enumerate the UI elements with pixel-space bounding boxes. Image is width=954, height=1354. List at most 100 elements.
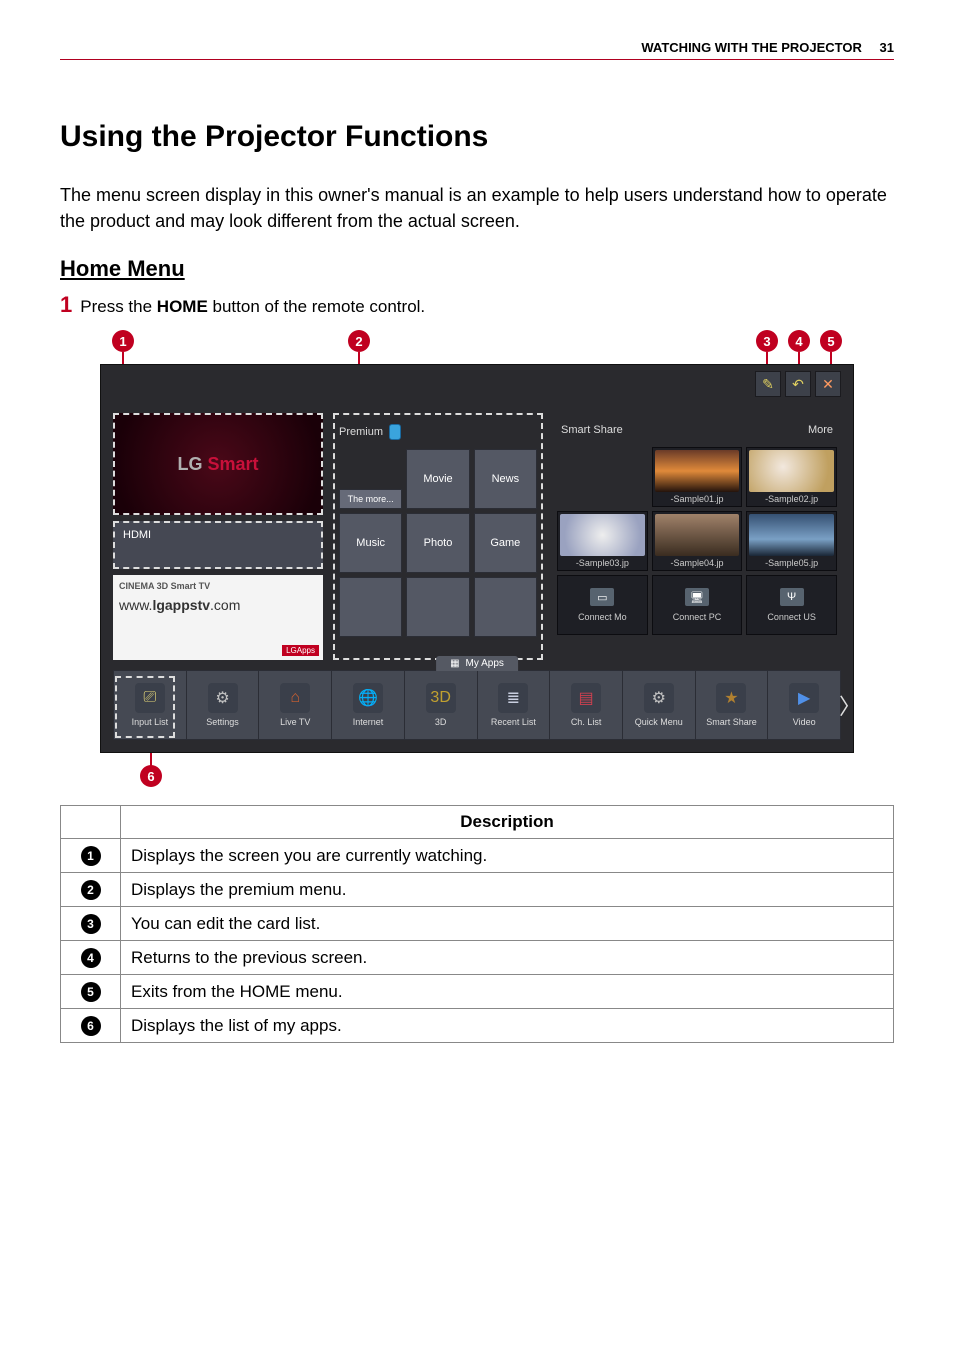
premium-item-empty[interactable] — [406, 577, 469, 637]
thumb-image — [749, 514, 834, 556]
premium-item[interactable]: Game — [474, 513, 537, 573]
legend-badge: 3 — [81, 914, 101, 934]
premium-title: Premium — [339, 426, 383, 438]
legend-row: 3You can edit the card list. — [61, 907, 894, 941]
page-number: 31 — [880, 40, 894, 55]
page-title: Using the Projector Functions — [60, 120, 894, 154]
legend-table: Description 1 Displays the screen you are… — [60, 805, 894, 1043]
premium-item[interactable]: Photo — [406, 513, 469, 573]
app-smart-share[interactable]: ★ Smart Share — [696, 671, 769, 739]
legend-desc: Exits from the HOME menu. — [121, 975, 894, 1009]
app-live-tv[interactable]: ⌂Live TV — [259, 671, 332, 739]
share-thumb[interactable]: -Sample05.jp — [746, 511, 837, 571]
app-video[interactable]: ▶Video — [768, 671, 840, 739]
legend-desc: Displays the list of my apps. — [121, 1009, 894, 1043]
legend-header-blank — [61, 806, 121, 839]
premium-item[interactable]: Movie — [406, 449, 469, 509]
callout-2: 2 — [348, 330, 370, 352]
grid-icon: ▦ — [450, 658, 459, 669]
section-title: WATCHING WITH THE PROJECTOR — [641, 40, 862, 55]
share-thumb[interactable]: -Sample01.jp — [652, 447, 743, 507]
top-callouts: 1 2 3 4 5 — [100, 330, 854, 364]
smart-share-card[interactable]: Smart Share More -Sample01.jp -Sample02.… — [553, 413, 841, 660]
my-apps-bar: ▦ My Apps ⎚Input List⚙Settings⌂Live TV🌐I… — [113, 670, 841, 740]
app-label: Input List — [132, 717, 169, 727]
legend-row: 2 Displays the premium menu. — [61, 873, 894, 907]
app-icon: ▶ — [789, 683, 819, 713]
app-icon: ⚙ — [644, 683, 674, 713]
share-thumb[interactable]: -Sample04.jp — [652, 511, 743, 571]
app-internet[interactable]: 🌐 Internet — [332, 671, 405, 739]
premium-item-empty[interactable] — [339, 577, 402, 637]
app-3d[interactable]: 3D3D — [405, 671, 478, 739]
close-icon[interactable]: ✕ — [815, 371, 841, 397]
premium-item-empty[interactable] — [474, 577, 537, 637]
thumb-image — [655, 514, 740, 556]
app-icon: ≣ — [498, 683, 528, 713]
legend-num: 5 — [61, 975, 121, 1009]
home-menu-heading: Home Menu — [60, 256, 894, 282]
premium-icon — [389, 424, 401, 440]
connect-pc[interactable]: 🖥Connect PC — [652, 575, 743, 635]
app-icon: ★ — [716, 683, 746, 713]
legend-header-desc: Description — [121, 806, 894, 839]
app-icon: ⎚ — [135, 683, 165, 713]
legend-desc: Returns to the previous screen. — [121, 941, 894, 975]
legend-row: 1 Displays the screen you are currently w… — [61, 839, 894, 873]
smart-share-more[interactable]: More — [808, 424, 833, 436]
usb-icon: Ψ — [780, 588, 804, 606]
app-icon: ⚙ — [208, 683, 238, 713]
legend-num: 2 — [61, 873, 121, 907]
connect-usb[interactable]: ΨConnect US — [746, 575, 837, 635]
smart-share-title: Smart Share — [561, 424, 623, 436]
input-indicator[interactable]: HDMI — [113, 521, 323, 569]
app-label: Ch. List — [571, 717, 602, 727]
callout-3: 3 — [756, 330, 778, 352]
premium-item[interactable]: Music — [339, 513, 402, 573]
app-recent-list[interactable]: ≣Recent List — [478, 671, 551, 739]
legend-row: 6 Displays the list of my apps. — [61, 1009, 894, 1043]
ad-badge: LGApps — [282, 645, 319, 656]
current-screen-preview[interactable]: LG Smart — [113, 413, 323, 515]
page-header: WATCHING WITH THE PROJECTOR 31 — [60, 40, 894, 60]
app-icon: 🌐 — [353, 683, 383, 713]
premium-item[interactable]: News — [474, 449, 537, 509]
callout-4: 4 — [788, 330, 810, 352]
share-thumb[interactable]: -Sample02.jp — [746, 447, 837, 507]
apps-scroll-right-icon[interactable]: 〉 — [839, 689, 861, 721]
pc-icon: 🖥 — [685, 588, 709, 606]
thumb-image — [749, 450, 834, 492]
mobile-icon: ▭ — [590, 588, 614, 606]
app-label: 3D — [435, 717, 447, 727]
ad-panel[interactable]: CINEMA 3D Smart TV www.lgappstv.com LGAp… — [113, 575, 323, 660]
app-icon: ⌂ — [280, 683, 310, 713]
back-icon[interactable]: ↶ — [785, 371, 811, 397]
legend-num: 4 — [61, 941, 121, 975]
connect-mobile[interactable]: ▭Connect Mo — [557, 575, 648, 635]
premium-card[interactable]: Premium The more... Movie News Music Pho… — [333, 413, 543, 660]
app-label: Quick Menu — [635, 717, 683, 727]
top-icon-bar: ✎ ↶ ✕ — [755, 371, 841, 397]
app-ch-list[interactable]: ▤Ch. List — [550, 671, 623, 739]
app-settings[interactable]: ⚙Settings — [187, 671, 260, 739]
app-input-list[interactable]: ⎚ Input List — [114, 671, 187, 739]
home-screen-figure: ✎ ↶ ✕ LG Smart HDMI CINEMA 3D Smart TV w… — [100, 364, 854, 753]
share-thumb[interactable]: -Sample03.jp — [557, 511, 648, 571]
premium-more-button[interactable]: The more... — [339, 489, 402, 509]
legend-desc: Displays the screen you are currently wa… — [121, 839, 894, 873]
app-label: Internet — [353, 717, 384, 727]
legend-badge: 5 — [81, 982, 101, 1002]
step-1: 1 Press the HOME button of the remote co… — [60, 292, 894, 318]
my-apps-tab[interactable]: ▦ My Apps — [436, 656, 518, 671]
legend-desc: Displays the premium menu. — [121, 873, 894, 907]
legend-badge: 6 — [81, 1016, 101, 1036]
legend-num: 1 — [61, 839, 121, 873]
app-icon: 3D — [426, 683, 456, 713]
legend-badge: 2 — [81, 880, 101, 900]
app-label: Smart Share — [706, 717, 757, 727]
app-quick-menu[interactable]: ⚙ Quick Menu — [623, 671, 696, 739]
legend-badge: 1 — [81, 846, 101, 866]
callout-6: 6 — [140, 765, 162, 787]
edit-icon[interactable]: ✎ — [755, 371, 781, 397]
home-screen: ✎ ↶ ✕ LG Smart HDMI CINEMA 3D Smart TV w… — [100, 364, 854, 753]
